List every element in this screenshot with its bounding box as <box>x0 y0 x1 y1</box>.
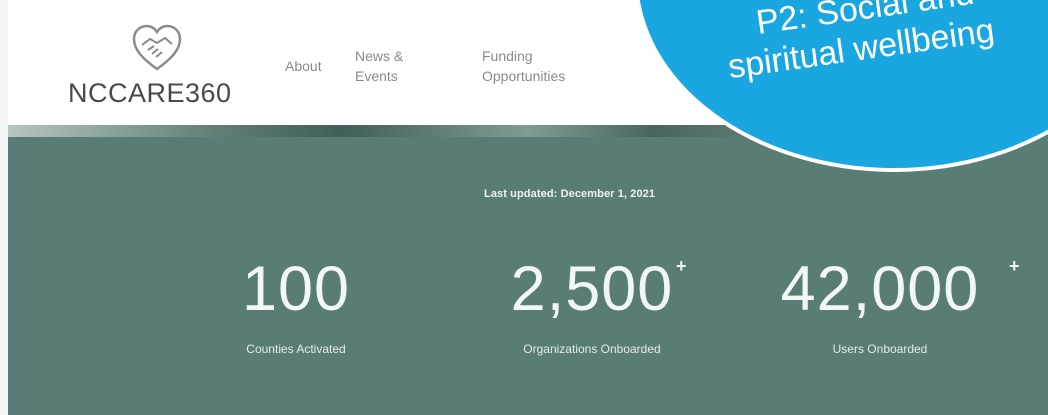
nav-news-events[interactable]: News & Events <box>355 46 425 86</box>
stat-value: 42,000 <box>780 254 980 324</box>
stat-value: 100 <box>241 254 351 324</box>
stat-counties: 100 Counties Activated <box>206 254 386 357</box>
last-updated-text: Last updated: December 1, 2021 <box>484 188 656 200</box>
logo-text: NCCARE360 <box>68 78 232 108</box>
nav-about[interactable]: About <box>285 56 322 76</box>
nav-funding-opportunities[interactable]: Funding Opportunities <box>482 46 592 86</box>
stat-label: Users Onboarded <box>832 342 928 356</box>
stat-label: Organizations Onboarded <box>523 342 661 356</box>
stat-users: 42,000 + Users Onboarded <box>760 254 1020 356</box>
stat-plus-sign: + <box>676 256 687 276</box>
stat-organizations: 2,500 + Organizations Onboarded <box>482 254 702 356</box>
handshake-heart-logo-icon <box>132 24 182 71</box>
stat-value: 2,500 <box>510 254 674 324</box>
page: NCCARE360 About News & Events Funding Op… <box>8 0 1048 415</box>
stat-plus-sign: + <box>1009 256 1020 276</box>
site-logo[interactable]: NCCARE360 <box>66 20 266 115</box>
stat-label: Counties Activated <box>246 342 346 356</box>
